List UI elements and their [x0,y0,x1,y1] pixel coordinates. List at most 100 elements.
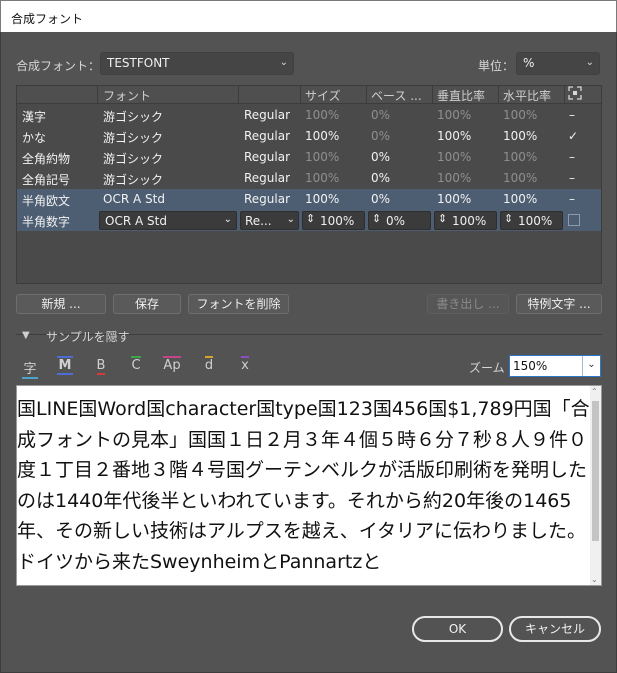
row-name: 全角約物 [22,152,71,166]
zoom-value: 150% [513,359,548,373]
row-baseline: 0% [371,150,391,164]
font-select[interactable]: OCR A Std ⌄ [99,211,237,230]
row-vertical: 100% [437,150,472,164]
row-horizontal: 100% [503,129,538,143]
header-size: サイズ [305,89,341,103]
font-table: フォント サイズ ベース ... 垂直比率 水平比率 漢字 游ゴシック Regu… [16,85,602,284]
chevron-down-icon[interactable]: ⌄ [582,356,600,376]
sample-text: 国LINE国Word国character国type国123国456国$1,789… [17,398,590,573]
collapse-triangle-icon[interactable]: ▼ [22,330,30,341]
kanji-em-box-icon[interactable]: 字 [20,358,40,379]
row-name: 半角数字 [22,215,71,229]
vertical-scale-value: 100% [452,214,487,228]
cap-height-c-icon[interactable]: C [126,356,146,373]
row-style: Regular [244,192,291,206]
ascent-d-icon[interactable]: d [199,356,219,373]
header-horizontal-scale: 水平比率 [503,89,552,103]
horizontal-scale-value: 100% [518,214,553,228]
row-baseline: 0% [371,108,391,122]
row-horizontal: 100% [503,108,538,122]
table-row-editing[interactable]: 半角数字 OCR A Std ⌄ Re... ⌄ ⇕ 100% ⇕ 0% ⇕ 1… [17,210,601,231]
vertical-scale-stepper[interactable]: ⇕ 100% [434,211,497,230]
size-stepper[interactable]: ⇕ 100% [302,211,365,230]
dash-icon[interactable]: – [569,150,575,164]
dash-icon[interactable]: – [569,108,575,122]
header-vertical-scale: 垂直比率 [437,89,486,103]
row-font: 游ゴシック [103,131,164,145]
scroll-down-icon[interactable]: ⌄ [591,575,598,584]
composite-font-select[interactable]: TESTFONT ⌄ [100,52,294,75]
row-font: 游ゴシック [103,152,164,166]
scroll-up-icon[interactable]: ⌃ [591,387,598,396]
stepper-arrows-icon[interactable]: ⇕ [372,212,381,225]
ok-button[interactable]: OK [412,616,503,642]
row-size: 100% [305,108,340,122]
horizontal-scale-stepper[interactable]: ⇕ 100% [500,211,563,230]
expand-icon[interactable] [568,86,582,103]
row-name: 漢字 [22,110,47,124]
checkmark-icon[interactable]: ✓ [568,129,578,143]
unit-value: % [523,56,535,70]
row-vertical: 100% [437,108,472,122]
row-vertical: 100% [437,192,472,206]
table-row[interactable]: 全角約物 游ゴシック Regular 100% 0% 100% 100% – [17,147,601,168]
chevron-down-icon: ⌄ [286,214,295,225]
export-button[interactable]: 書き出し ... [427,294,509,314]
row-font: 游ゴシック [103,110,164,124]
stepper-arrows-icon[interactable]: ⇕ [438,212,447,225]
row-style: Regular [244,129,291,143]
scrollbar-thumb[interactable] [592,401,599,541]
style-select-value: Re... [245,214,272,228]
header-font: フォント [103,89,152,103]
baseline-stepper[interactable]: ⇕ 0% [368,211,431,230]
style-select[interactable]: Re... ⌄ [240,211,299,230]
save-button[interactable]: 保存 [113,294,181,314]
font-select-value: OCR A Std [105,214,167,228]
row-style: Regular [244,150,291,164]
window-title: 合成フォント [11,12,84,26]
table-header: フォント サイズ ベース ... 垂直比率 水平比率 [17,86,601,104]
em-box-m-icon[interactable]: M [55,356,75,375]
dash-icon[interactable]: – [569,192,575,206]
cancel-button[interactable]: キャンセル [509,616,601,642]
stepper-arrows-icon[interactable]: ⇕ [306,212,315,225]
row-size: 100% [305,129,340,143]
new-button[interactable]: 新規 ... [16,294,106,314]
row-name: かな [22,131,47,145]
header-baseline: ベース ... [371,89,422,103]
row-vertical: 100% [437,171,472,185]
row-baseline: 0% [371,171,391,185]
row-style: Regular [244,108,291,122]
row-size: 100% [305,150,340,164]
unit-select[interactable]: % ⌄ [516,52,600,75]
hide-sample-toggle[interactable]: サンプルを隠す [46,328,130,345]
ascender-ap-icon[interactable]: Ap [161,356,183,373]
zoom-select[interactable]: 150% ⌄ [509,355,601,377]
baseline-value: 0% [386,214,406,228]
baseline-b-icon[interactable]: B [91,358,111,375]
table-row[interactable]: 全角記号 游ゴシック Regular 100% 0% 100% 100% – [17,168,601,189]
title-bar: 合成フォント [0,0,617,32]
row-horizontal: 100% [503,150,538,164]
delete-font-button[interactable]: フォントを削除 [188,294,289,314]
row-baseline: 0% [371,192,391,206]
table-row[interactable]: かな 游ゴシック Regular 100% 0% 100% 100% ✓ [17,126,601,147]
size-value: 100% [320,214,355,228]
dash-icon[interactable]: – [569,171,575,185]
composite-font-label: 合成フォント： [16,59,101,73]
table-row[interactable]: 漢字 游ゴシック Regular 100% 0% 100% 100% – [17,105,601,126]
row-name: 全角記号 [22,173,71,187]
unit-label: 単位： [478,59,515,73]
stepper-arrows-icon[interactable]: ⇕ [504,212,513,225]
table-row-selected[interactable]: 半角欧文 OCR A Std Regular 100% 0% 100% 100%… [17,189,601,210]
scrollbar[interactable]: ⌃ ⌄ [590,386,601,585]
sample-preview: 国LINE国Word国character国type国123国456国$1,789… [16,385,602,586]
row-style: Regular [244,171,291,185]
chevron-down-icon: ⌄ [585,57,594,68]
chevron-down-icon: ⌄ [279,57,288,68]
row-font: 游ゴシック [103,173,164,187]
x-height-icon[interactable]: x [235,356,255,373]
row-size: 100% [305,192,340,206]
exceptions-button[interactable]: 特例文字 ... [516,294,602,314]
row-checkbox[interactable] [568,214,580,226]
